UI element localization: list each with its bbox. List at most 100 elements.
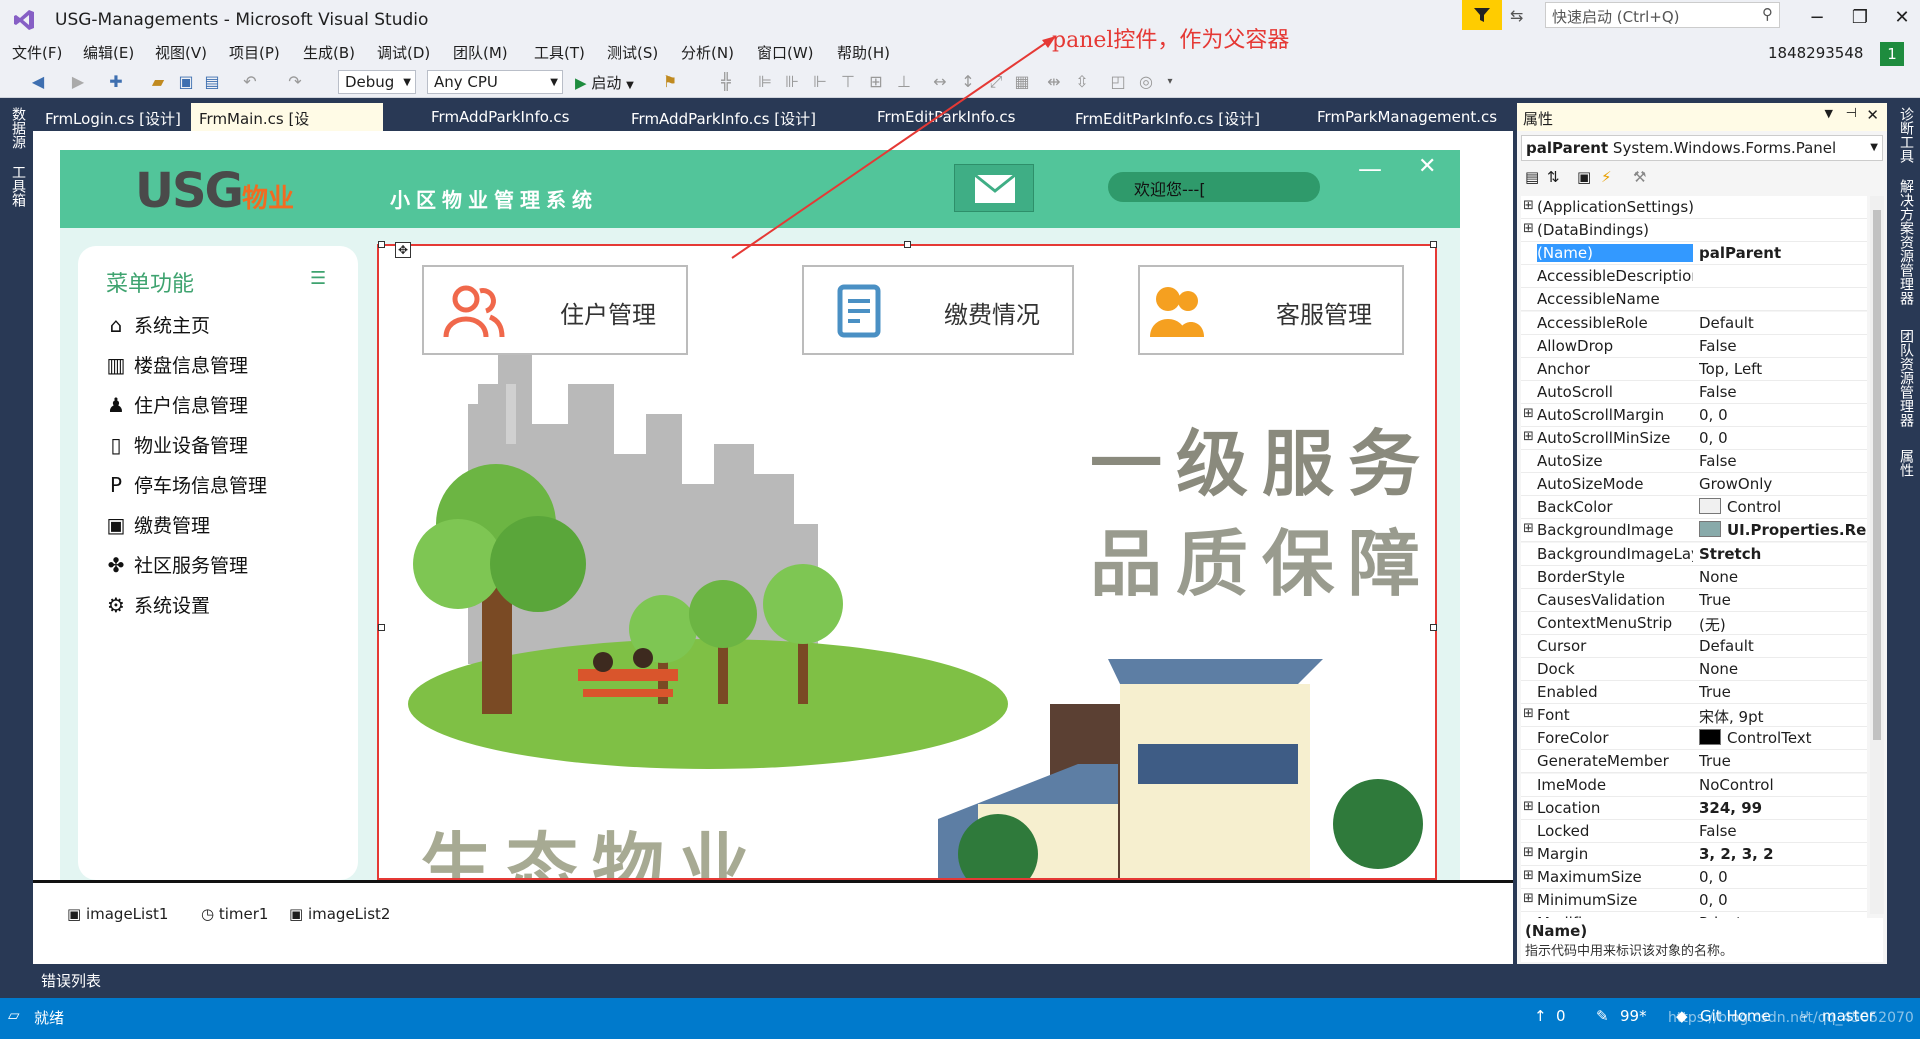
property-row[interactable]: CausesValidation True bbox=[1521, 588, 1867, 612]
form-close-icon[interactable]: ✕ bbox=[1418, 154, 1436, 179]
menu-build[interactable]: 生成(B) bbox=[303, 42, 355, 63]
property-row[interactable]: BackColor Control bbox=[1521, 496, 1867, 520]
menu-debug[interactable]: 调试(D) bbox=[377, 42, 430, 63]
resize-handle[interactable] bbox=[378, 624, 385, 631]
property-row[interactable]: ⊞ Location 324, 99 bbox=[1521, 796, 1867, 820]
property-row[interactable]: ⊞ Font 宋体, 9pt bbox=[1521, 704, 1867, 728]
expand-icon[interactable]: ⊞ bbox=[1523, 198, 1534, 213]
hamburger-icon[interactable]: ☰ bbox=[310, 268, 326, 289]
open-file-icon[interactable]: ▰ bbox=[148, 72, 168, 92]
forward-icon[interactable]: ▶ bbox=[68, 72, 88, 92]
property-row[interactable]: ⊞ MinimumSize 0, 0 bbox=[1521, 889, 1867, 912]
nav-item-parking[interactable]: P 停车场信息管理 bbox=[104, 471, 354, 505]
resize-handle[interactable] bbox=[1430, 624, 1437, 631]
property-value[interactable]: 0, 0 bbox=[1699, 891, 1867, 909]
new-project-icon[interactable]: ✚ bbox=[106, 72, 126, 92]
bring-to-front-icon[interactable]: ◰ bbox=[1108, 72, 1128, 92]
pending-changes[interactable]: 99* bbox=[1620, 1007, 1647, 1025]
property-row[interactable]: ContextMenuStrip (无) bbox=[1521, 611, 1867, 635]
tab-frmparkmanagement[interactable]: FrmParkManagement.cs bbox=[1309, 103, 1505, 131]
resize-handle[interactable] bbox=[1430, 241, 1437, 248]
menu-project[interactable]: 项目(P) bbox=[229, 42, 280, 63]
expand-icon[interactable]: ⊞ bbox=[1523, 521, 1534, 536]
account-badge[interactable]: 1 bbox=[1880, 42, 1904, 66]
property-row[interactable]: AutoSizeMode GrowOnly bbox=[1521, 473, 1867, 497]
nav-item-device[interactable]: ▯ 物业设备管理 bbox=[104, 431, 354, 465]
property-value[interactable]: 0, 0 bbox=[1699, 429, 1867, 447]
menu-file[interactable]: 文件(F) bbox=[12, 42, 62, 63]
vertical-spacing-icon[interactable]: ⇳ bbox=[1072, 72, 1092, 92]
property-row[interactable]: BackgroundImageLayout Stretch bbox=[1521, 542, 1867, 566]
property-row[interactable]: AccessibleName bbox=[1521, 288, 1867, 312]
property-row[interactable]: ⊞ Margin 3, 2, 3, 2 bbox=[1521, 842, 1867, 866]
tray-imagelist1[interactable]: ▣ imageList1 bbox=[67, 905, 168, 923]
resize-handle[interactable] bbox=[378, 241, 385, 248]
menu-analyze[interactable]: 分析(N) bbox=[681, 42, 734, 63]
menu-edit[interactable]: 编辑(E) bbox=[83, 42, 134, 63]
property-value[interactable]: 324, 99 bbox=[1699, 799, 1867, 817]
browser-link-icon[interactable]: ⚑ bbox=[660, 72, 680, 92]
notification-filter-icon[interactable] bbox=[1462, 0, 1502, 30]
nav-item-home[interactable]: ⌂ 系统主页 bbox=[104, 311, 354, 345]
pin-icon[interactable]: ⊣ bbox=[1846, 106, 1857, 121]
expand-icon[interactable]: ⊞ bbox=[1523, 868, 1534, 883]
expand-icon[interactable]: ⊞ bbox=[1523, 845, 1534, 860]
back-icon[interactable]: ◀ bbox=[28, 72, 48, 92]
minimize-button[interactable]: − bbox=[1795, 0, 1839, 34]
tab-frmaddparkinfo[interactable]: FrmAddParkInfo.cs bbox=[423, 103, 577, 131]
property-row[interactable]: AutoSize False bbox=[1521, 450, 1867, 474]
property-row[interactable]: ⊞ AutoScrollMargin 0, 0 bbox=[1521, 403, 1867, 427]
property-row[interactable]: AccessibleDescription bbox=[1521, 265, 1867, 289]
start-debug-button[interactable]: ▶ 启动 ▼ bbox=[575, 72, 634, 93]
property-value[interactable]: False bbox=[1699, 383, 1867, 401]
expand-icon[interactable]: ⊞ bbox=[1523, 406, 1534, 421]
property-value[interactable]: False bbox=[1699, 337, 1867, 355]
error-list-tab[interactable]: 错误列表 bbox=[33, 964, 1888, 994]
tab-frmlogin-design[interactable]: FrmLogin.cs [设计] bbox=[37, 103, 189, 131]
toolbox-tab[interactable]: 工具箱 bbox=[8, 165, 28, 207]
property-value[interactable]: False bbox=[1699, 822, 1867, 840]
menu-test[interactable]: 测试(S) bbox=[607, 42, 658, 63]
property-value[interactable]: Top, Left bbox=[1699, 360, 1867, 378]
property-value[interactable]: Control bbox=[1699, 498, 1867, 516]
property-value[interactable]: NoControl bbox=[1699, 776, 1867, 794]
property-row[interactable]: GenerateMember True bbox=[1521, 750, 1867, 774]
scrollbar-thumb[interactable] bbox=[1873, 210, 1881, 740]
expand-icon[interactable]: ⊞ bbox=[1523, 891, 1534, 906]
diagnostic-tools-tab[interactable]: 诊断工具 bbox=[1896, 107, 1916, 163]
close-window-button[interactable]: ✕ bbox=[1880, 0, 1920, 34]
quick-launch-input[interactable]: 快速启动 (Ctrl+Q) ⚲ bbox=[1545, 2, 1780, 28]
move-glyph-icon[interactable]: ✥ bbox=[395, 242, 411, 258]
output-icon[interactable]: ▱ bbox=[8, 1006, 20, 1024]
menu-team[interactable]: 团队(M) bbox=[453, 42, 508, 63]
properties-tab[interactable]: 属性 bbox=[1896, 449, 1916, 477]
team-explorer-tab[interactable]: 团队资源管理器 bbox=[1896, 329, 1916, 427]
property-value[interactable]: Default bbox=[1699, 637, 1867, 655]
expand-icon[interactable]: ⊞ bbox=[1523, 221, 1534, 236]
nav-item-community[interactable]: ✤ 社区服务管理 bbox=[104, 551, 354, 585]
property-value[interactable]: None bbox=[1699, 660, 1867, 678]
property-row[interactable]: ⊞ (ApplicationSettings) bbox=[1521, 196, 1867, 219]
property-row[interactable]: Enabled True bbox=[1521, 681, 1867, 705]
tab-frmeditparkinfo-design[interactable]: FrmEditParkInfo.cs [设计] bbox=[1067, 103, 1268, 131]
property-value[interactable]: ControlText bbox=[1699, 729, 1867, 747]
toolbar-overflow-icon[interactable]: ▾ bbox=[1160, 72, 1180, 92]
undo-icon[interactable]: ↶ bbox=[240, 72, 260, 92]
property-row[interactable]: (Name) palParent bbox=[1521, 242, 1867, 266]
property-value[interactable]: False bbox=[1699, 452, 1867, 470]
configuration-dropdown[interactable]: Debug ▼ bbox=[338, 70, 416, 94]
object-selector[interactable]: palParent System.Windows.Forms.Panel ▼ bbox=[1521, 135, 1883, 161]
save-icon[interactable]: ▣ bbox=[176, 72, 196, 92]
property-value[interactable]: 3, 2, 3, 2 bbox=[1699, 845, 1867, 863]
data-sources-tab[interactable]: 数据源 bbox=[8, 107, 28, 149]
expand-icon[interactable]: ⊞ bbox=[1523, 799, 1534, 814]
categorized-icon[interactable]: ▤ bbox=[1525, 168, 1539, 186]
nav-item-building[interactable]: ▥ 楼盘信息管理 bbox=[104, 351, 354, 385]
solution-explorer-tab[interactable]: 解决方案资源管理器 bbox=[1896, 179, 1916, 305]
unpushed-count[interactable]: 0 bbox=[1556, 1007, 1566, 1025]
property-value[interactable]: 宋体, 9pt bbox=[1699, 706, 1867, 727]
menu-tools[interactable]: 工具(T) bbox=[534, 42, 585, 63]
expand-icon[interactable]: ⊞ bbox=[1523, 706, 1534, 721]
property-row[interactable]: ⊞ MaximumSize 0, 0 bbox=[1521, 865, 1867, 889]
property-row[interactable]: AutoScroll False bbox=[1521, 380, 1867, 404]
